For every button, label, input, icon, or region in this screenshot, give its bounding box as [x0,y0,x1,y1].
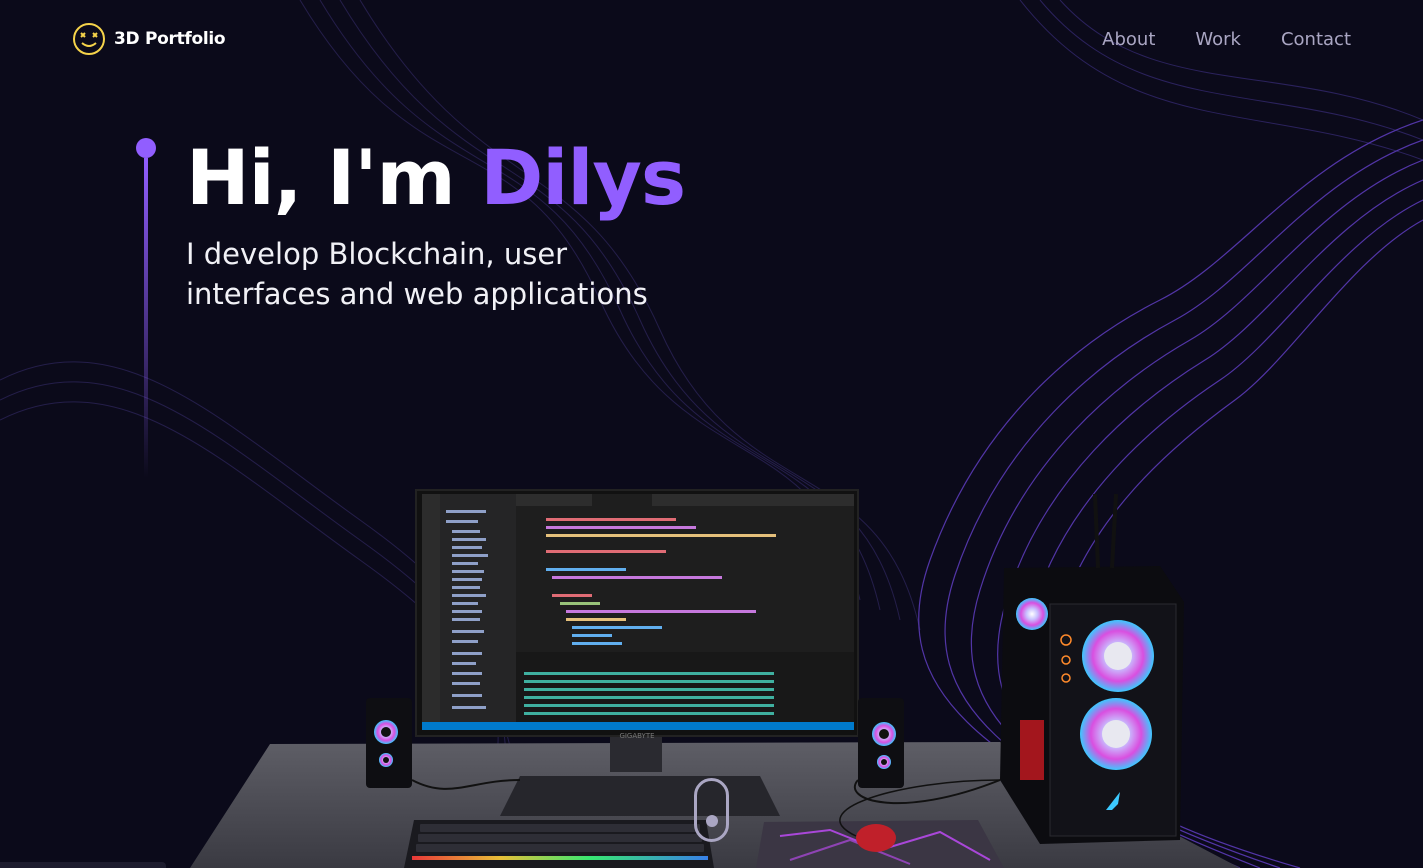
brand-name: 3D Portfolio [114,29,226,49]
pc-gpu [1020,720,1044,780]
keyboard-rgb-strip [412,856,708,860]
monitor-brand-label: GIGABYTE [619,732,654,740]
keyboard-keys [416,824,704,852]
hero-subtitle-line1: I develop Blockchain, user [186,237,568,271]
monitor-base [500,776,780,816]
hero-section: Hi, I'm Dilys I develop Blockchain, user… [136,138,686,478]
navbar: 3D Portfolio About Work Contact [0,0,1423,78]
editor-tab-bar [516,494,854,506]
accent-line [144,158,148,478]
brand-link[interactable]: 3D Portfolio [72,22,226,56]
hero-accent-bar [136,138,156,478]
nav-link-work[interactable]: Work [1195,29,1241,50]
hero-name: Dilys [480,133,686,222]
hero-greeting: Hi, I'm [186,133,481,222]
hero-text: Hi, I'm Dilys I develop Blockchain, user… [186,138,686,478]
scroll-indicator[interactable] [694,778,729,842]
nav-links: About Work Contact [1102,29,1351,50]
scroll-indicator-dot [705,815,718,827]
editor-activity-bar [422,494,440,730]
nav-link-about[interactable]: About [1102,29,1155,50]
gaming-mouse [856,824,896,852]
editor-active-tab [592,494,652,506]
nav-link-contact[interactable]: Contact [1281,29,1351,50]
smiley-logo-icon [73,23,105,55]
hero-subtitle: I develop Blockchain, user interfaces an… [186,234,685,314]
hero-subtitle-line2: interfaces and web applications [186,277,648,311]
editor-status-bar [422,722,854,730]
hero-title: Hi, I'm Dilys [186,138,686,218]
pc-fan-side [1016,598,1048,630]
status-strip [0,862,166,868]
accent-dot [136,138,156,158]
